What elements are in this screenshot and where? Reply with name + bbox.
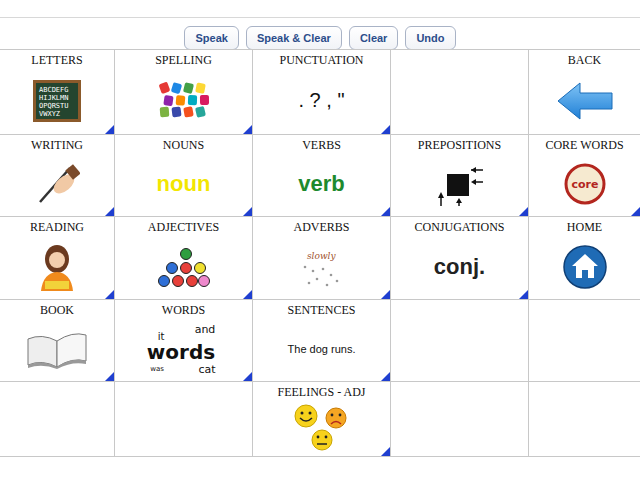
home-icon	[562, 244, 608, 290]
punctuation-text: . ? , "	[298, 89, 344, 112]
cell-label: FEELINGS - ADJ	[277, 385, 365, 399]
symbol-cell[interactable]: SENTENCES The dog runs.	[253, 300, 391, 382]
word-symbol: verb	[298, 171, 344, 197]
svg-text:ABCDEFG: ABCDEFG	[39, 86, 69, 94]
symbol-cell[interactable]: CORE WORDS core	[529, 135, 640, 217]
back-arrow-icon	[556, 81, 614, 121]
symbol-cell[interactable]: FEELINGS - ADJ	[253, 382, 391, 456]
cell-label: READING	[30, 220, 84, 234]
svg-text:OPQRSTU: OPQRSTU	[39, 102, 69, 110]
folder-corner-icon	[381, 447, 390, 456]
empty-cell[interactable]	[391, 382, 529, 456]
cell-label: PUNCTUATION	[280, 53, 364, 67]
folder-corner-icon	[243, 207, 252, 216]
toolbar: Speak Speak & Clear ClearUndo	[0, 17, 640, 49]
cell-label: BOOK	[40, 303, 74, 317]
svg-text:slowly: slowly	[307, 251, 336, 261]
empty-cell[interactable]	[115, 382, 253, 456]
empty-cell[interactable]	[0, 382, 115, 456]
folder-corner-icon	[519, 290, 528, 299]
folder-corner-icon	[105, 290, 114, 299]
folder-corner-icon	[105, 372, 114, 381]
toolbar-button[interactable]: Speak & Clear	[246, 26, 342, 50]
folder-corner-icon	[381, 290, 390, 299]
folder-corner-icon	[105, 125, 114, 134]
cell-label: SENTENCES	[287, 303, 355, 317]
word-symbol: conj.	[434, 254, 485, 280]
cell-label: CORE WORDS	[545, 138, 623, 152]
symbol-cell[interactable]: LETTERS ABCDEFGHIJKLMNOPQRSTUVWXYZ	[0, 50, 115, 135]
symbol-cell[interactable]: WORDS anditwordswascat	[115, 300, 253, 382]
empty-cell[interactable]	[529, 382, 640, 456]
symbol-cell[interactable]: BACK	[529, 50, 640, 135]
cell-label: CONJUGATIONS	[414, 220, 504, 234]
cell-label: LETTERS	[31, 53, 82, 67]
folder-corner-icon	[243, 372, 252, 381]
cell-label: SPELLING	[155, 53, 212, 67]
folder-corner-icon	[631, 207, 640, 216]
symbol-cell[interactable]: NOUNS noun	[115, 135, 253, 217]
slowly-icon: slowly	[297, 245, 347, 289]
cell-label: ADJECTIVES	[148, 220, 219, 234]
symbol-cell[interactable]: PUNCTUATION . ? , "	[253, 50, 391, 135]
svg-text:HIJKLMN: HIJKLMN	[39, 94, 69, 102]
folder-corner-icon	[519, 207, 528, 216]
toolbar-button[interactable]: Clear	[349, 26, 399, 50]
toolbar-button[interactable]: Speak	[184, 26, 238, 50]
symbol-cell[interactable]: BOOK	[0, 300, 115, 382]
svg-text:VWXYZ: VWXYZ	[39, 110, 60, 118]
symbol-cell[interactable]: ADJECTIVES	[115, 217, 253, 300]
symbol-cell[interactable]: ADVERBS slowly	[253, 217, 391, 300]
symbol-cell[interactable]: VERBS verb	[253, 135, 391, 217]
cell-label: HOME	[567, 220, 602, 234]
empty-cell[interactable]	[391, 50, 529, 135]
words-icon: anditwordswascat	[139, 321, 229, 377]
symbol-cell[interactable]: HOME	[529, 217, 640, 300]
open-book-icon	[26, 329, 88, 369]
svg-text:words: words	[146, 340, 214, 364]
cell-label: WORDS	[162, 303, 205, 317]
folder-corner-icon	[105, 207, 114, 216]
folder-corner-icon	[243, 125, 252, 134]
cell-label: VERBS	[302, 138, 341, 152]
svg-text:and: and	[194, 323, 215, 336]
empty-cell[interactable]	[391, 300, 529, 382]
svg-text:cat: cat	[198, 363, 216, 376]
symbol-cell[interactable]: WRITING	[0, 135, 115, 217]
writing-hand-icon	[34, 162, 80, 206]
cell-label: WRITING	[31, 138, 83, 152]
word-symbol: noun	[157, 171, 211, 197]
empty-cell[interactable]	[529, 300, 640, 382]
folder-corner-icon	[381, 207, 390, 216]
chalkboard-icon: ABCDEFGHIJKLMNOPQRSTUVWXYZ	[33, 80, 81, 122]
cell-label: ADVERBS	[293, 220, 349, 234]
preposition-icon	[435, 162, 485, 206]
symbol-cell[interactable]: READING	[0, 217, 115, 300]
letter-magnets-icon	[156, 79, 212, 123]
cell-label: BACK	[568, 53, 601, 67]
reading-woman-icon	[35, 243, 79, 291]
cell-label: PREPOSITIONS	[418, 138, 501, 152]
sentence-text: The dog runs.	[288, 343, 356, 355]
cell-label: NOUNS	[163, 138, 204, 152]
core-badge-icon: core	[563, 162, 607, 206]
folder-corner-icon	[381, 372, 390, 381]
aac-board: Speak Speak & Clear ClearUndo LETTERS ABCD…	[0, 0, 640, 480]
symbol-cell[interactable]: CONJUGATIONS conj.	[391, 217, 529, 300]
svg-text:was: was	[150, 365, 164, 373]
symbol-cell[interactable]: PREPOSITIONS	[391, 135, 529, 217]
folder-corner-icon	[243, 290, 252, 299]
folder-corner-icon	[381, 125, 390, 134]
toolbar-button[interactable]: Undo	[405, 26, 455, 50]
symbol-cell[interactable]: SPELLING	[115, 50, 253, 135]
color-dots-icon	[156, 244, 212, 290]
symbol-grid: LETTERS ABCDEFGHIJKLMNOPQRSTUVWXYZ SPELL…	[0, 49, 640, 457]
feelings-faces-icon	[292, 404, 352, 452]
svg-text:core: core	[571, 178, 598, 191]
